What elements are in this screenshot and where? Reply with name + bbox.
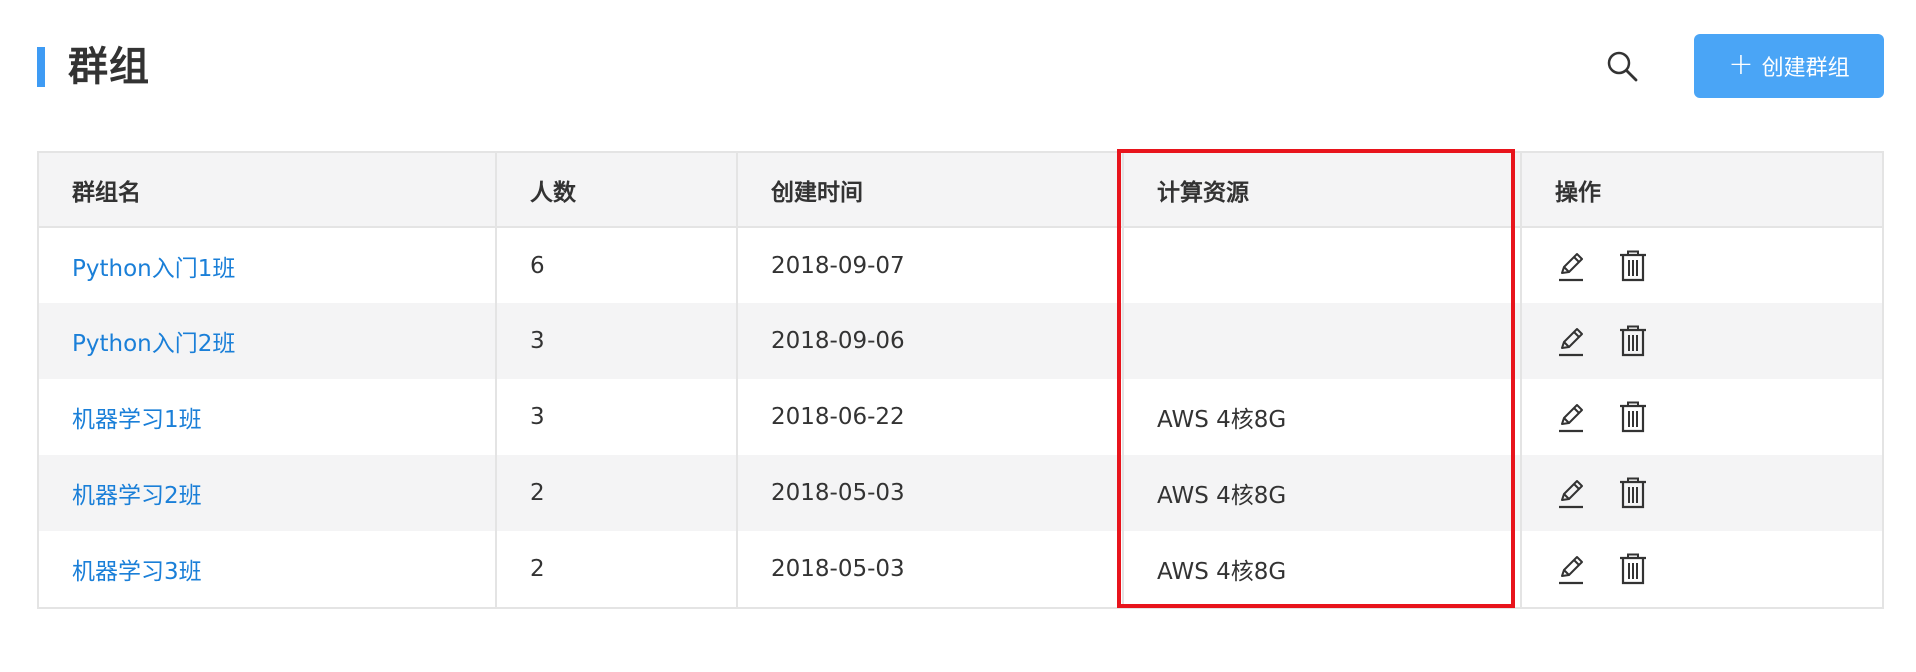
member-count: 3 xyxy=(496,303,738,379)
table-row: 机器学习3班 2 2018-05-03 AWS 4核8G xyxy=(39,531,1882,607)
member-count: 6 xyxy=(496,227,738,303)
compute-resource xyxy=(1123,227,1522,303)
plus-icon: + xyxy=(1728,46,1754,82)
row-actions xyxy=(1555,324,1882,358)
table-row: Python入门1班 6 2018-09-07 xyxy=(39,227,1882,303)
table-header-row: 群组名 人数 创建时间 计算资源 操作 xyxy=(39,153,1882,228)
member-count: 2 xyxy=(496,455,738,531)
search-icon xyxy=(1604,48,1640,84)
page-header: 群组 + 创建群组 xyxy=(0,0,1916,140)
trash-icon[interactable] xyxy=(1617,249,1649,283)
create-group-button[interactable]: + 创建群组 xyxy=(1694,34,1884,98)
trash-icon[interactable] xyxy=(1617,400,1649,434)
table-row: 机器学习2班 2 2018-05-03 AWS 4核8G xyxy=(39,455,1882,531)
column-header-resource: 计算资源 xyxy=(1123,153,1522,228)
created-date: 2018-05-03 xyxy=(737,455,1124,531)
column-header-members: 人数 xyxy=(496,153,738,228)
column-header-group-name: 群组名 xyxy=(39,153,497,228)
trash-icon[interactable] xyxy=(1617,552,1649,586)
created-date: 2018-06-22 xyxy=(737,379,1124,455)
row-actions xyxy=(1555,400,1882,434)
created-date: 2018-09-07 xyxy=(737,227,1124,303)
pencil-icon[interactable] xyxy=(1555,476,1587,510)
trash-icon[interactable] xyxy=(1617,476,1649,510)
title-accent-bar xyxy=(37,47,45,87)
row-actions xyxy=(1555,552,1882,586)
page-title: 群组 xyxy=(68,44,150,90)
groups-table: 群组名 人数 创建时间 计算资源 操作 Python入门1班 6 2018-09… xyxy=(37,151,1884,609)
group-name-link[interactable]: Python入门1班 xyxy=(72,256,235,282)
pencil-icon[interactable] xyxy=(1555,324,1587,358)
group-name-link[interactable]: Python入门2班 xyxy=(72,331,235,357)
table-row: 机器学习1班 3 2018-06-22 AWS 4核8G xyxy=(39,379,1882,455)
member-count: 3 xyxy=(496,379,738,455)
created-date: 2018-09-06 xyxy=(737,303,1124,379)
row-actions xyxy=(1555,249,1882,283)
row-actions xyxy=(1555,476,1882,510)
create-group-label: 创建群组 xyxy=(1761,56,1850,81)
group-name-link[interactable]: 机器学习1班 xyxy=(72,407,202,433)
compute-resource xyxy=(1123,303,1522,379)
member-count: 2 xyxy=(496,531,738,607)
compute-resource: AWS 4核8G xyxy=(1123,531,1522,607)
compute-resource: AWS 4核8G xyxy=(1123,379,1522,455)
group-name-link[interactable]: 机器学习3班 xyxy=(72,559,202,585)
group-name-link[interactable]: 机器学习2班 xyxy=(72,483,202,509)
search-button[interactable] xyxy=(1604,48,1640,84)
column-header-created: 创建时间 xyxy=(737,153,1124,228)
trash-icon[interactable] xyxy=(1617,324,1649,358)
column-header-actions: 操作 xyxy=(1521,153,1882,228)
table-row: Python入门2班 3 2018-09-06 xyxy=(39,303,1882,379)
created-date: 2018-05-03 xyxy=(737,531,1124,607)
pencil-icon[interactable] xyxy=(1555,552,1587,586)
pencil-icon[interactable] xyxy=(1555,400,1587,434)
compute-resource: AWS 4核8G xyxy=(1123,455,1522,531)
pencil-icon[interactable] xyxy=(1555,249,1587,283)
